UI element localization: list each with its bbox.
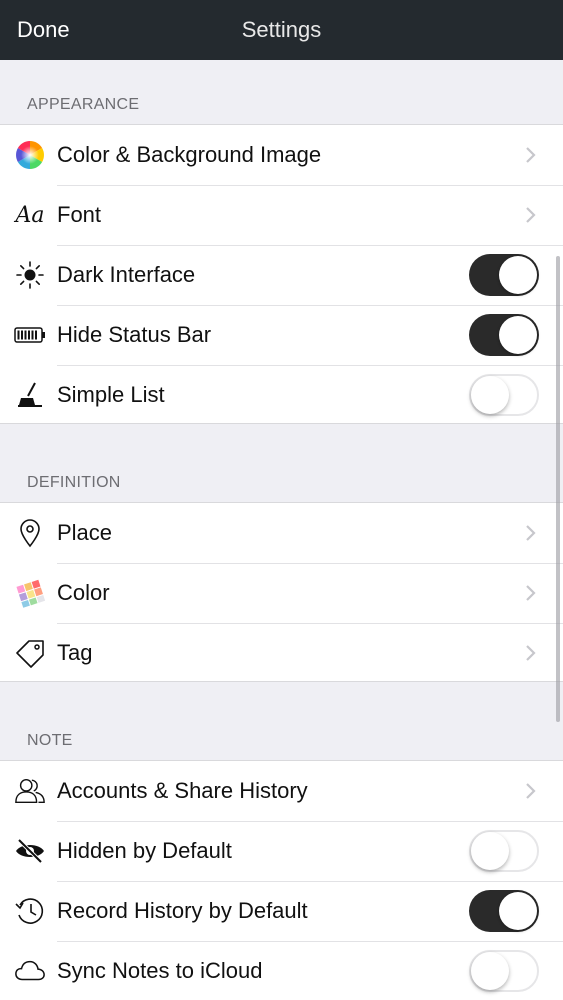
tag-icon [14, 638, 46, 668]
location-pin-icon [14, 518, 46, 548]
row-color[interactable]: Color [0, 563, 563, 623]
row-label: Accounts & Share History [57, 778, 308, 803]
sync-icloud-toggle[interactable] [469, 950, 539, 992]
row-tag[interactable]: Tag [0, 623, 563, 683]
scrollbar[interactable] [556, 256, 560, 722]
section-header-definition: DEFINITION [27, 474, 121, 491]
toggle-knob [471, 952, 509, 990]
row-label: Font [57, 202, 102, 227]
brightness-icon [14, 260, 46, 290]
navigation-bar: Done Settings [0, 0, 563, 60]
row-label: Color & Background Image [57, 142, 322, 167]
row-label: Hide Status Bar [57, 322, 212, 347]
row-accounts-share-history[interactable]: Accounts & Share History [0, 761, 563, 821]
definition-group: Place Color Tag [0, 502, 563, 682]
row-label: Place [57, 520, 113, 545]
color-wheel-icon [14, 140, 46, 170]
cloud-icon [14, 956, 46, 986]
toggle-knob [499, 256, 537, 294]
row-font[interactable]: Aa Font [0, 185, 563, 245]
row-color-background-image[interactable]: Color & Background Image [0, 125, 563, 185]
hidden-by-default-toggle[interactable] [469, 830, 539, 872]
toggle-knob [499, 892, 537, 930]
row-label: Sync Notes to iCloud [57, 958, 263, 983]
color-palette-icon [14, 578, 46, 608]
chevron-right-icon [526, 147, 536, 163]
chevron-right-icon [526, 645, 536, 661]
row-label: Record History by Default [57, 898, 308, 923]
chevron-right-icon [526, 207, 536, 223]
row-sync-notes-icloud: Sync Notes to iCloud [0, 941, 563, 1000]
chevron-right-icon [526, 783, 536, 799]
row-place[interactable]: Place [0, 503, 563, 563]
hide-status-bar-toggle[interactable] [469, 314, 539, 356]
row-label: Hidden by Default [57, 838, 232, 863]
toggle-knob [499, 316, 537, 354]
row-label: Dark Interface [57, 262, 196, 287]
appearance-group: Color & Background Image Aa Font Dark In… [0, 124, 563, 424]
section-header-note: NOTE [27, 732, 73, 749]
broom-icon [14, 380, 46, 410]
dark-interface-toggle[interactable] [469, 254, 539, 296]
font-aa-icon: Aa [15, 202, 45, 228]
row-label: Color [57, 580, 110, 605]
row-dark-interface: Dark Interface [0, 245, 563, 305]
row-hidden-by-default: Hidden by Default [0, 821, 563, 881]
people-icon [14, 776, 46, 806]
row-simple-list: Simple List [0, 365, 563, 425]
history-clock-icon [14, 896, 46, 926]
toggle-knob [471, 832, 509, 870]
chevron-right-icon [526, 585, 536, 601]
row-label: Simple List [57, 382, 165, 407]
note-group: Accounts & Share History Hidden by Defau… [0, 760, 563, 1000]
page-title: Settings [241, 17, 322, 42]
record-history-toggle[interactable] [469, 890, 539, 932]
battery-icon [14, 320, 46, 350]
chevron-right-icon [526, 525, 536, 541]
row-hide-status-bar: Hide Status Bar [0, 305, 563, 365]
toggle-knob [471, 376, 509, 414]
eye-slash-icon [14, 836, 46, 866]
simple-list-toggle[interactable] [469, 374, 539, 416]
row-record-history-by-default: Record History by Default [0, 881, 563, 941]
section-header-appearance: APPEARANCE [27, 96, 140, 113]
row-label: Tag [57, 640, 93, 665]
